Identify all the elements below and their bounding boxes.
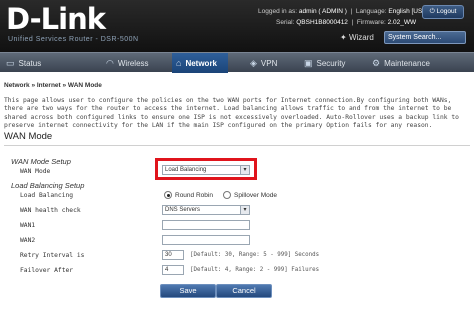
retry-interval-label: Retry Interval is [20, 252, 85, 259]
load-balancing-setup-title: Load Balancing Setup [11, 181, 85, 190]
firmware-label: Firmware: [356, 19, 386, 26]
tab-status[interactable]: ▭ Status [2, 53, 68, 73]
tab-vpn-label: VPN [260, 59, 278, 68]
dlink-logo: D-Link [6, 2, 106, 36]
tab-network[interactable]: ⌂ Network [172, 53, 228, 73]
tab-status-label: Status [18, 59, 42, 68]
product-subtitle: Unified Services Router - DSR-500N [8, 36, 139, 43]
wan-health-check-select[interactable]: DNS Servers ▾ [162, 205, 250, 215]
chevron-down-icon: ▾ [240, 206, 249, 214]
network-icon: ⌂ [176, 58, 182, 68]
load-balancing-label: Load Balancing [20, 192, 74, 199]
tab-wireless-label: Wireless [117, 59, 149, 68]
breadcrumb: Network » Internet » WAN Mode [4, 82, 102, 89]
language-label: Language: [355, 8, 387, 15]
tab-network-label: Network [185, 59, 217, 68]
logged-in-user: admin ( ADMIN ) [298, 8, 347, 15]
logout-button[interactable]: ⏻ Logout [422, 5, 464, 19]
retry-interval-input[interactable]: 30 [162, 250, 184, 260]
tab-maintenance[interactable]: ⚙ Maintenance [368, 53, 472, 73]
page-description: This page allows user to configure the p… [4, 97, 459, 130]
lock-icon: ▣ [304, 58, 313, 68]
section-divider [4, 145, 470, 146]
serial-value: QBSH1B8000412 [296, 19, 348, 26]
language-link[interactable]: English [US] [388, 8, 424, 15]
firmware-value: 2.02_WW [387, 19, 417, 26]
logout-label: Logout [436, 8, 457, 15]
failover-after-label: Failover After [20, 267, 74, 274]
failover-after-hint: [Default: 4, Range: 2 - 999] Failures [190, 267, 320, 273]
save-button[interactable]: Save [160, 284, 216, 298]
wan2-input[interactable] [162, 235, 250, 245]
highlight-box [155, 158, 257, 180]
wan-health-check-value: DNS Servers [165, 207, 201, 213]
tab-vpn[interactable]: ◈ VPN [246, 53, 296, 73]
wan1-label: WAN1 [20, 222, 36, 229]
wizard-label: Wizard [348, 33, 374, 42]
wrench-icon: ⚙ [372, 58, 381, 68]
wizard-icon: ✦ [340, 33, 347, 42]
logged-in-label: Logged in as: [258, 8, 298, 15]
section-title: WAN Mode [4, 131, 53, 142]
main-nav: ▭ Status ◠ Wireless ⌂ Network ◈ VPN ▣ Securit… [0, 52, 474, 73]
round-robin-radio[interactable] [164, 191, 172, 199]
wizard-link[interactable]: ✦ Wizard [340, 33, 374, 42]
device-info: Serial: QBSH1B8000412 | Firmware: 2.02_W… [276, 19, 417, 26]
power-icon: ⏻ [429, 8, 435, 15]
retry-interval-hint: [Default: 30, Range: 5 - 999] Seconds [190, 252, 320, 258]
failover-after-input[interactable]: 4 [162, 265, 184, 275]
top-header: D-Link Unified Services Router - DSR-500… [0, 0, 474, 52]
tab-wireless[interactable]: ◠ Wireless [102, 53, 172, 73]
vpn-icon: ◈ [250, 58, 257, 68]
spillover-radio[interactable] [223, 191, 231, 199]
round-robin-label: Round Robin [175, 192, 213, 199]
login-info: Logged in as: admin ( ADMIN ) | Language… [258, 8, 425, 15]
wan1-input[interactable] [162, 220, 250, 230]
system-search-input[interactable]: System Search... [384, 31, 466, 44]
wan-health-check-label: WAN health check [20, 207, 81, 214]
wan-mode-setup-title: WAN Mode Setup [11, 157, 71, 166]
tab-security[interactable]: ▣ Security [300, 53, 362, 73]
wifi-icon: ◠ [106, 58, 114, 68]
search-placeholder: System Search... [388, 34, 442, 41]
tab-maintenance-label: Maintenance [384, 59, 430, 68]
serial-label: Serial: [276, 19, 295, 26]
tab-security-label: Security [316, 59, 346, 68]
wan-mode-label: WAN Mode [20, 168, 51, 175]
wan2-label: WAN2 [20, 237, 36, 244]
spillover-label: Spillover Mode [234, 192, 277, 199]
cancel-button[interactable]: Cancel [216, 284, 272, 298]
monitor-icon: ▭ [6, 58, 15, 68]
